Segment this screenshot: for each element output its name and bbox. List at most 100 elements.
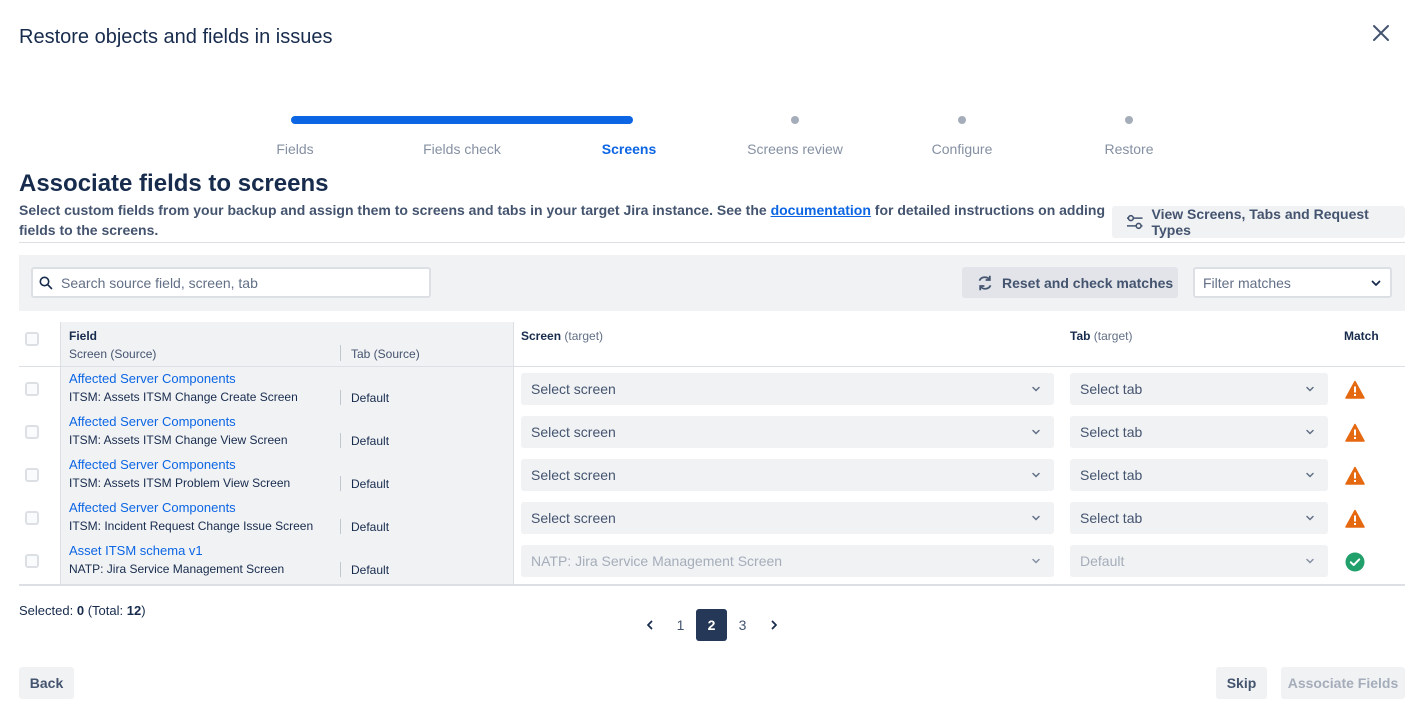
screen-source: ITSM: Assets ITSM Problem View Screen — [69, 476, 291, 490]
associate-fields-button[interactable]: Associate Fields — [1281, 667, 1405, 699]
search-icon — [39, 276, 53, 289]
table-row: Affected Server Components ITSM: Inciden… — [19, 497, 1405, 540]
chevron-down-icon — [1032, 386, 1040, 392]
screen-target-select[interactable]: Select screen — [521, 459, 1054, 491]
selected-label: Selected: — [19, 603, 74, 618]
step-dot-screens-review — [791, 116, 799, 124]
header-match: Match — [1344, 329, 1379, 343]
field-name-link[interactable]: Affected Server Components — [69, 500, 236, 515]
total-close: ) — [141, 603, 146, 618]
header-screen-target-note: (target) — [564, 329, 604, 343]
page-button-current[interactable]: 2 — [696, 609, 727, 641]
tab-source: Default — [351, 563, 390, 577]
field-name-link[interactable]: Affected Server Components — [69, 414, 236, 429]
chevron-down-icon — [1032, 515, 1040, 521]
row-checkbox[interactable] — [25, 554, 39, 568]
column-separator — [340, 562, 341, 577]
column-separator — [340, 390, 341, 405]
tab-target-value: Default — [1080, 553, 1125, 569]
tab-target-select[interactable]: Select tab — [1070, 459, 1328, 491]
table-row: Affected Server Components ITSM: Assets … — [19, 454, 1405, 497]
tab-target-select[interactable]: Default — [1070, 545, 1328, 577]
reset-check-matches-button[interactable]: Reset and check matches — [962, 267, 1178, 298]
total-count: 12 — [126, 603, 142, 618]
table-toolbar: Reset and check matches Filter matches — [19, 255, 1405, 311]
view-screens-label: View Screens, Tabs and Request Types — [1151, 206, 1369, 238]
description-text: Select custom fields from your backup an… — [19, 202, 771, 218]
step-dot-restore — [1125, 116, 1133, 124]
chevron-down-icon — [1306, 558, 1314, 564]
close-icon[interactable] — [1368, 20, 1394, 46]
column-separator — [340, 433, 341, 448]
tab-target-value: Select tab — [1080, 381, 1143, 397]
reset-check-matches-label: Reset and check matches — [1002, 274, 1174, 291]
row-checkbox[interactable] — [25, 468, 39, 482]
tab-target-value: Select tab — [1080, 467, 1143, 483]
table-row: Affected Server Components ITSM: Assets … — [19, 368, 1405, 411]
chevron-down-icon — [1032, 472, 1040, 478]
chevron-left-icon — [646, 620, 652, 630]
step-label-configure: Configure — [931, 141, 993, 157]
row-checkbox[interactable] — [25, 511, 39, 525]
header-tab-target-label: Tab — [1070, 329, 1091, 343]
tab-source: Default — [351, 520, 390, 534]
tab-target-select[interactable]: Select tab — [1070, 373, 1328, 405]
selected-count: 0 — [76, 603, 85, 618]
screen-source: ITSM: Assets ITSM Change Create Screen — [69, 390, 298, 404]
search-input[interactable] — [61, 274, 391, 291]
screen-target-value: Select screen — [531, 510, 616, 526]
stepper-progress-bar — [291, 116, 633, 124]
chevron-down-icon — [1032, 558, 1040, 564]
screen-target-value: NATP: Jira Service Management Screen — [531, 553, 783, 569]
warning-icon — [1345, 466, 1365, 486]
screen-target-select[interactable]: NATP: Jira Service Management Screen — [521, 545, 1054, 577]
view-screens-button[interactable]: View Screens, Tabs and Request Types — [1112, 206, 1405, 238]
row-checkbox[interactable] — [25, 382, 39, 396]
header-tab-source: Tab (Source) — [351, 347, 420, 361]
check-circle-icon — [1345, 552, 1365, 572]
chevron-down-icon — [1371, 280, 1381, 286]
pagination: 1 2 3 — [634, 609, 789, 641]
modal-title: Restore objects and fields in issues — [19, 26, 333, 48]
row-checkbox[interactable] — [25, 425, 39, 439]
header-separator — [340, 345, 341, 361]
warning-icon — [1345, 423, 1365, 443]
chevron-down-icon — [1306, 429, 1314, 435]
table-row: Asset ITSM schema v1 NATP: Jira Service … — [19, 540, 1405, 583]
selection-summary: Selected: 0 (Total: 12) — [19, 603, 146, 618]
screen-target-select[interactable]: Select screen — [521, 373, 1054, 405]
chevron-down-icon — [1306, 386, 1314, 392]
next-page-button[interactable] — [758, 609, 789, 641]
select-all-checkbox[interactable] — [25, 332, 39, 346]
field-name-link[interactable]: Affected Server Components — [69, 371, 236, 386]
field-name-link[interactable]: Affected Server Components — [69, 457, 236, 472]
tab-target-select[interactable]: Select tab — [1070, 502, 1328, 534]
screen-source: ITSM: Assets ITSM Change View Screen — [69, 433, 288, 447]
back-button[interactable]: Back — [19, 667, 74, 699]
tab-target-select[interactable]: Select tab — [1070, 416, 1328, 448]
table-row: Affected Server Components ITSM: Assets … — [19, 411, 1405, 454]
chevron-down-icon — [1032, 429, 1040, 435]
documentation-link[interactable]: documentation — [771, 202, 871, 218]
page-button[interactable]: 1 — [665, 609, 696, 641]
chevron-down-icon — [1306, 472, 1314, 478]
warning-icon — [1345, 509, 1365, 529]
screen-target-select[interactable]: Select screen — [521, 416, 1054, 448]
screen-target-select[interactable]: Select screen — [521, 502, 1054, 534]
field-name-link[interactable]: Asset ITSM schema v1 — [69, 543, 203, 558]
table-bottom-border — [19, 584, 1405, 586]
step-label-screens-review: Screens review — [747, 141, 843, 157]
warning-icon — [1345, 380, 1365, 400]
table-header: Field Screen (Source) Tab (Source) Scree… — [19, 322, 1405, 367]
column-separator — [340, 519, 341, 534]
tab-target-value: Select tab — [1080, 510, 1143, 526]
tab-source: Default — [351, 434, 390, 448]
filter-matches-select[interactable]: Filter matches — [1193, 267, 1392, 298]
skip-button[interactable]: Skip — [1216, 667, 1267, 699]
step-label-restore: Restore — [1104, 141, 1154, 157]
filter-matches-label: Filter matches — [1203, 274, 1291, 291]
previous-page-button[interactable] — [634, 609, 665, 641]
header-tab-target: Tab (target) — [1070, 329, 1132, 343]
page-button[interactable]: 3 — [727, 609, 758, 641]
total-label: (Total: — [87, 603, 124, 618]
